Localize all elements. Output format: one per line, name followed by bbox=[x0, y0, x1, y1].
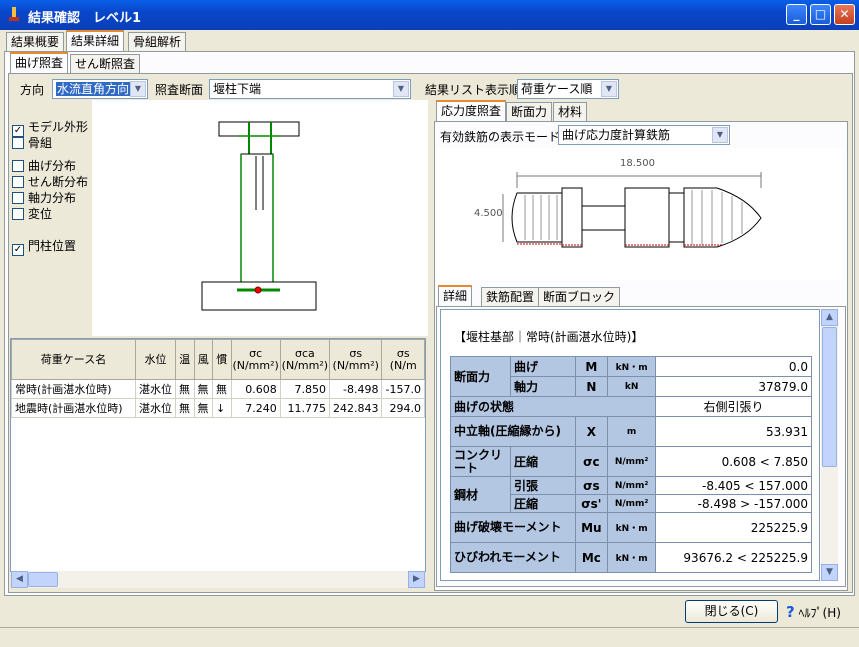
tab-section-force[interactable]: 断面力 bbox=[506, 102, 553, 121]
section-label: 照査断面 bbox=[155, 83, 204, 97]
order-value: 荷重ケース順 bbox=[521, 82, 593, 96]
display-options: ✓ モデル外形 骨組 曲げ分布 せん断分布 軸力分布 変位 ✓ 門柱位置 bbox=[10, 100, 92, 336]
detail-row: コンクリート 圧縮 σc N/mm² 0.608 < 7.850 bbox=[450, 446, 812, 477]
tab-details[interactable]: 結果詳細 bbox=[66, 30, 125, 51]
rebar-mode-label: 有効鉄筋の表示モード bbox=[440, 130, 561, 144]
col-sigma-s[interactable]: σs (N/mm²) bbox=[328, 339, 383, 380]
detail-row: 中立軸(圧縮縁から) Xm 53.931 bbox=[450, 416, 812, 447]
table-row[interactable]: 地震時(計画湛水位時) 湛水位 無 無 ↓ 7.240 11.775 242.8… bbox=[11, 398, 425, 418]
detail-view[interactable]: 【堰柱基部｜常時(計画湛水位時)】 断面力 曲げ MkN・m 0.0 軸力 NkN 378… bbox=[440, 309, 820, 581]
tab-rebar-layout[interactable]: 鉄筋配置 bbox=[481, 287, 540, 306]
tab-section-block[interactable]: 断面ブロック bbox=[538, 287, 621, 306]
bending-distribution-checkbox[interactable]: 曲げ分布 bbox=[12, 157, 76, 173]
scroll-thumb[interactable] bbox=[822, 327, 837, 467]
col-load-case[interactable]: 荷重ケース名 bbox=[11, 339, 137, 380]
detail-row: 曲げ破壊モーメント Mu kN・m 225225.9 bbox=[450, 512, 812, 543]
close-button[interactable]: 閉じる(C) bbox=[685, 600, 778, 623]
col-wind[interactable]: 風 bbox=[193, 339, 214, 380]
displacement-checkbox[interactable]: 変位 bbox=[12, 205, 52, 221]
chevron-down-icon: ▼ bbox=[130, 81, 146, 97]
window-title: 結果確認 レベル1 bbox=[28, 11, 142, 26]
main-tabs: 結果概要 結果詳細 骨組解析 bbox=[6, 30, 852, 52]
col-temperature[interactable]: 温 bbox=[175, 339, 195, 380]
gate-pier-position-checkbox[interactable]: ✓ 門柱位置 bbox=[12, 237, 76, 256]
scroll-thumb[interactable] bbox=[28, 572, 58, 587]
direction-label: 方向 bbox=[20, 83, 45, 97]
sub-tabs: 曲げ照査 せん断照査 bbox=[10, 52, 210, 74]
col-sigma-ca[interactable]: σca (N/mm²) bbox=[279, 339, 330, 380]
scroll-right-icon[interactable]: ▶ bbox=[408, 571, 425, 588]
detail-row: 鋼材 引張 σs N/mm² -8.405 < 157.000 bbox=[450, 476, 812, 513]
cross-section-drawing bbox=[502, 172, 762, 248]
col-sigma-sa[interactable]: σs (N/m bbox=[381, 339, 425, 380]
horizontal-scrollbar[interactable]: ◀ ▶ bbox=[11, 571, 425, 588]
right-tabs: 応力度照査 断面力 材料 bbox=[436, 100, 636, 122]
scroll-left-icon[interactable]: ◀ bbox=[11, 571, 28, 588]
order-label: 結果リスト表示順 bbox=[425, 83, 522, 97]
frame-checkbox[interactable]: 骨組 bbox=[12, 134, 52, 150]
close-window-button[interactable]: ✕ bbox=[834, 4, 855, 25]
section-value: 堰柱下端 bbox=[213, 82, 262, 96]
table-header-row: 荷重ケース名 水位 温 風 慣 σc (N/mm²) σca (N/mm²) σ… bbox=[11, 339, 425, 380]
direction-select[interactable]: 水流直角方向 ▼ bbox=[52, 79, 148, 99]
rebar-mode-value: 曲げ応力度計算鉄筋 bbox=[562, 128, 671, 142]
pier-model-drawing bbox=[201, 121, 317, 311]
tab-summary[interactable]: 結果概要 bbox=[6, 32, 65, 51]
table-row[interactable]: 常時(計画湛水位時) 湛水位 無 無 無 0.608 7.850 -8.498 … bbox=[11, 379, 425, 399]
detail-row: 断面力 曲げ MkN・m 0.0 bbox=[450, 356, 812, 397]
help-label: ﾍﾙﾌﾟ(H) bbox=[798, 606, 841, 620]
app-icon bbox=[9, 7, 19, 21]
detail-tabs: 詳細 鉄筋配置 断面ブロック bbox=[438, 285, 638, 307]
direction-value: 水流直角方向 bbox=[56, 82, 131, 96]
axial-distribution-checkbox[interactable]: 軸力分布 bbox=[12, 189, 76, 205]
tab-bending-check[interactable]: 曲げ照査 bbox=[10, 52, 69, 73]
minimize-button[interactable]: _ bbox=[786, 4, 807, 25]
model-outline-checkbox[interactable]: ✓ モデル外形 bbox=[12, 118, 88, 137]
check-icon: ✓ bbox=[12, 244, 24, 256]
tab-stress-check[interactable]: 応力度照査 bbox=[436, 100, 507, 121]
status-bar bbox=[0, 627, 859, 647]
col-water-level[interactable]: 水位 bbox=[135, 339, 177, 380]
title-bar: 結果確認 レベル1 _ □ ✕ bbox=[0, 0, 859, 30]
col-inertia[interactable]: 慣 bbox=[212, 339, 232, 380]
chevron-down-icon: ▼ bbox=[601, 81, 617, 97]
detail-row: 曲げの状態 右側引張り bbox=[449, 396, 812, 417]
col-sigma-c[interactable]: σc (N/mm²) bbox=[230, 339, 281, 380]
section-select[interactable]: 堰柱下端 ▼ bbox=[209, 79, 411, 99]
shear-distribution-checkbox[interactable]: せん断分布 bbox=[12, 173, 88, 189]
detail-row: ひびわれモーメント Mc kN・m 93676.2 < 225225.9 bbox=[450, 542, 812, 573]
tab-material[interactable]: 材料 bbox=[553, 102, 588, 121]
help-button[interactable]: ? ﾍﾙﾌﾟ(H) bbox=[786, 602, 852, 622]
chevron-down-icon: ▼ bbox=[393, 81, 409, 97]
maximize-button[interactable]: □ bbox=[810, 4, 831, 25]
help-icon: ? bbox=[786, 603, 795, 621]
scroll-down-icon[interactable]: ▼ bbox=[821, 564, 838, 581]
detail-heading: 【堰柱基部｜常時(計画湛水位時)】 bbox=[454, 330, 644, 344]
tab-detail[interactable]: 詳細 bbox=[438, 285, 473, 306]
tab-shear-check[interactable]: せん断照査 bbox=[70, 54, 141, 73]
load-case-list[interactable]: 荷重ケース名 水位 温 風 慣 σc (N/mm²) σca (N/mm²) σ… bbox=[10, 338, 426, 572]
rebar-mode-select[interactable]: 曲げ応力度計算鉄筋 ▼ bbox=[558, 125, 730, 145]
order-select[interactable]: 荷重ケース順 ▼ bbox=[517, 79, 619, 99]
chevron-down-icon: ▼ bbox=[712, 127, 728, 143]
vertical-scrollbar[interactable]: ▲ ▼ bbox=[821, 309, 838, 581]
scroll-up-icon[interactable]: ▲ bbox=[821, 309, 838, 326]
tab-frame-analysis[interactable]: 骨組解析 bbox=[128, 32, 187, 51]
